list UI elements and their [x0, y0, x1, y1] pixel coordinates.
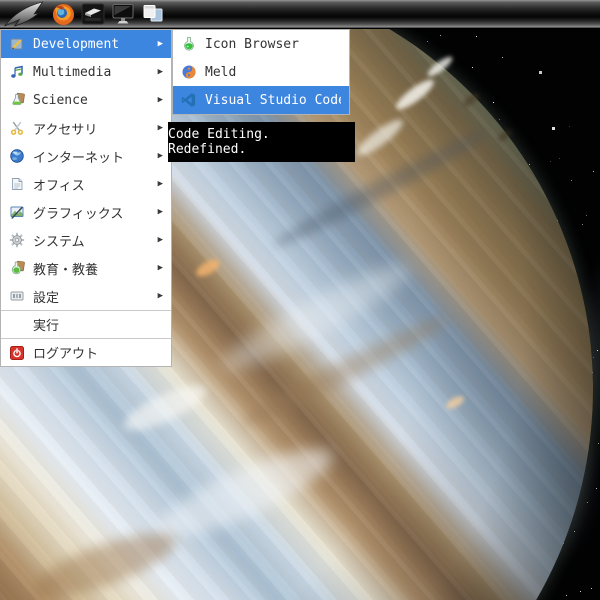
submenu-arrow-icon: ▶: [157, 95, 163, 105]
submenu-arrow-icon: ▶: [157, 151, 163, 161]
menu-item-science[interactable]: Science ▶: [1, 86, 171, 114]
firefox-launcher-icon[interactable]: [52, 1, 75, 27]
menu-item-label: オフィス: [33, 178, 85, 194]
education-icon: [9, 260, 25, 276]
logout-icon: [9, 345, 25, 361]
submenu-arrow-icon: ▶: [157, 179, 163, 189]
menu-item-label: Science: [33, 92, 88, 108]
submenu-arrow-icon: ▶: [157, 235, 163, 245]
file-manager-icon[interactable]: [81, 1, 105, 27]
menu-item-label: Multimedia: [33, 64, 112, 80]
menu-item-label: Development: [33, 36, 120, 52]
menu-item-run[interactable]: 実行: [1, 310, 171, 338]
settings-icon: [9, 288, 25, 304]
menu-item-internet[interactable]: インターネット ▶: [1, 142, 171, 170]
submenu-arrow-icon: ▶: [157, 207, 163, 217]
submenu-item-vscode[interactable]: Visual Studio Code: [173, 86, 349, 114]
menu-item-education[interactable]: 教育・教養 ▶: [1, 254, 171, 282]
internet-icon: [9, 148, 25, 164]
vscode-tooltip: Code Editing. Redefined.: [168, 122, 355, 162]
menu-item-label: Visual Studio Code: [205, 92, 341, 108]
menu-item-development[interactable]: Development ▶: [1, 30, 171, 58]
menu-item-label: 設定: [33, 290, 60, 306]
menu-item-label: Meld: [205, 64, 237, 80]
submenu-arrow-icon: ▶: [157, 39, 163, 49]
menu-item-multimedia[interactable]: Multimedia ▶: [1, 58, 171, 86]
meld-icon: [181, 64, 197, 80]
menu-item-office[interactable]: オフィス ▶: [1, 170, 171, 198]
submenu-arrow-icon: ▶: [157, 123, 163, 133]
tooltip-text: Code Editing. Redefined.: [168, 127, 270, 157]
submenu-arrow-icon: ▶: [157, 263, 163, 273]
submenu-item-meld[interactable]: Meld: [173, 58, 349, 86]
blank-icon: [9, 317, 25, 333]
menu-item-logout[interactable]: ログアウト: [1, 338, 171, 366]
menu-item-settings[interactable]: 設定 ▶: [1, 282, 171, 310]
accessories-icon: [9, 120, 25, 136]
office-icon: [9, 176, 25, 192]
wm-logo-icon[interactable]: [2, 1, 46, 27]
submenu-arrow-icon: ▶: [157, 291, 163, 301]
vscode-icon: [181, 92, 197, 108]
menu-item-label: アクセサリ: [33, 122, 98, 138]
menu-item-label: グラフィックス: [33, 206, 124, 222]
submenu-item-icon-browser[interactable]: Icon Browser: [173, 30, 349, 58]
display-icon[interactable]: [111, 1, 135, 27]
menu-item-label: ログアウト: [33, 347, 99, 362]
menu-item-label: インターネット: [33, 150, 125, 166]
development-icon: [9, 36, 25, 52]
applications-menu: Development ▶ Multimedia ▶ Science ▶ アクセサリ ▶ インタ…: [0, 29, 172, 367]
taskbar: [0, 0, 600, 29]
icon-browser-icon: [181, 36, 197, 52]
graphics-icon: [9, 204, 25, 220]
development-submenu: Icon Browser Meld Visual Studio Code: [172, 29, 350, 115]
menu-item-label: システム: [33, 234, 85, 250]
multimedia-icon: [9, 64, 25, 80]
menu-item-accessories[interactable]: アクセサリ ▶: [1, 114, 171, 142]
submenu-arrow-icon: ▶: [157, 67, 163, 77]
science-icon: [9, 92, 25, 108]
menu-item-label: 教育・教養: [33, 262, 99, 278]
menu-item-label: 実行: [33, 319, 60, 334]
menu-item-system[interactable]: システム ▶: [1, 226, 171, 254]
system-icon: [9, 232, 25, 248]
menu-item-graphics[interactable]: グラフィックス ▶: [1, 198, 171, 226]
menu-item-label: Icon Browser: [205, 36, 299, 52]
desktop: Development ▶ Multimedia ▶ Science ▶ アクセサリ ▶ インタ…: [0, 0, 600, 600]
windows-cascade-icon[interactable]: [141, 1, 165, 27]
